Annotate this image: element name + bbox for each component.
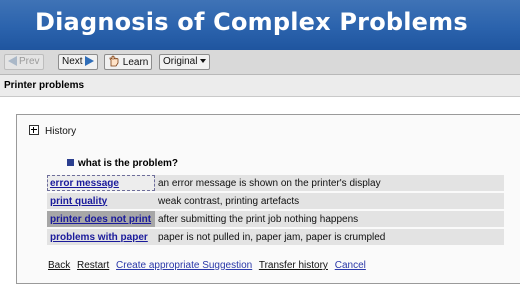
table-row: error message an error message is shown …: [47, 175, 504, 191]
option-link[interactable]: problems with paper: [50, 232, 148, 243]
question-text: what is the problem?: [78, 158, 179, 169]
option-link[interactable]: error message: [50, 178, 119, 189]
transfer-history-link[interactable]: Transfer history: [259, 260, 328, 271]
restart-link[interactable]: Restart: [77, 260, 109, 271]
next-button[interactable]: Next: [58, 54, 98, 70]
option-link[interactable]: printer does not print: [50, 214, 151, 225]
option-cell[interactable]: error message: [47, 175, 155, 191]
hand-icon: [109, 55, 119, 67]
option-description: paper is not pulled in, paper jam, paper…: [155, 229, 504, 245]
table-row: printer does not print after submitting …: [47, 211, 504, 227]
arrow-right-icon: [84, 56, 94, 67]
toolbar: Prev Next Learn Original: [0, 50, 520, 75]
back-link[interactable]: Back: [48, 260, 70, 271]
prev-label: Prev: [19, 56, 40, 67]
learn-label: Learn: [122, 57, 149, 68]
table-row: print quality weak contrast, printing ar…: [47, 193, 504, 209]
history-toggle[interactable]: History: [29, 125, 76, 137]
next-label: Next: [62, 56, 83, 67]
history-label: History: [45, 126, 77, 137]
cancel-link[interactable]: Cancel: [335, 260, 366, 271]
question-heading: what is the problem?: [67, 158, 178, 169]
option-description: an error message is shown on the printer…: [155, 175, 504, 191]
option-description: weak contrast, printing artefacts: [155, 193, 504, 209]
page-title: Printer problems: [0, 75, 520, 97]
options-table: error message an error message is shown …: [47, 173, 504, 247]
expand-icon[interactable]: [29, 125, 39, 135]
table-row: problems with paper paper is not pulled …: [47, 229, 504, 245]
prev-button[interactable]: Prev: [4, 54, 44, 70]
option-cell[interactable]: print quality: [47, 193, 155, 209]
app-title: Diagnosis of Complex Problems: [35, 8, 468, 36]
option-cell[interactable]: problems with paper: [47, 229, 155, 245]
view-select[interactable]: Original: [159, 54, 211, 70]
create-suggestion-link[interactable]: Create appropriate Suggestion: [116, 260, 252, 271]
square-bullet-icon: [67, 159, 74, 166]
option-description: after submitting the print job nothing h…: [155, 211, 504, 227]
diagnosis-panel: History what is the problem? error messa…: [16, 114, 520, 284]
header-banner: Diagnosis of Complex Problems: [0, 0, 520, 50]
option-link[interactable]: print quality: [50, 196, 107, 207]
action-links: Back Restart Create appropriate Suggesti…: [48, 260, 370, 271]
arrow-left-icon: [8, 56, 17, 67]
chevron-down-icon: [200, 59, 207, 64]
view-select-value: Original: [163, 56, 198, 67]
learn-button[interactable]: Learn: [104, 54, 153, 70]
option-cell[interactable]: printer does not print: [47, 211, 155, 227]
